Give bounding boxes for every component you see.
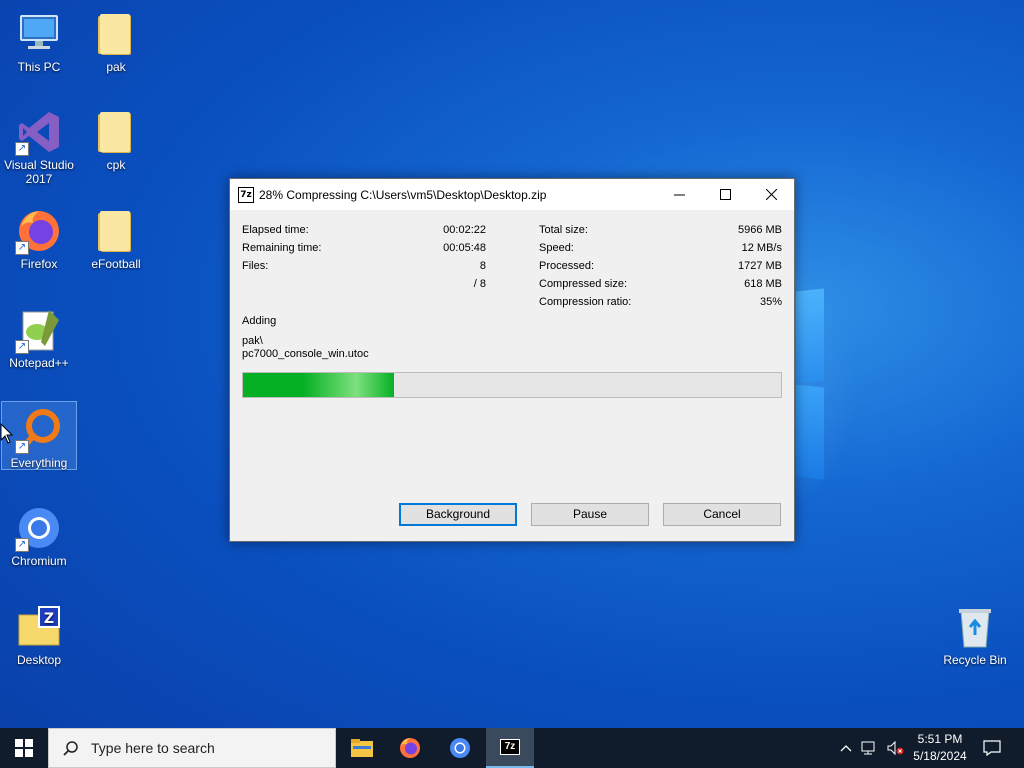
- current-file: pc7000_console_win.utoc: [242, 348, 369, 360]
- elapsed-time-value: 00:02:22: [443, 224, 486, 236]
- elapsed-time-label: Elapsed time:: [242, 224, 309, 236]
- desktop-icon-label: Notepad++: [9, 356, 69, 370]
- taskbar: Type here to search 7z 5:51 PM 5/18/2024: [0, 728, 1024, 768]
- desktop-icon-label: Desktop: [16, 653, 62, 667]
- 7zip-icon: 7z: [238, 186, 254, 203]
- current-path: pak\: [242, 335, 263, 347]
- file-explorer-icon: [351, 739, 373, 757]
- compression-progress-dialog: 7z 28% Compressing C:\Users\vm5\Desktop\…: [229, 178, 795, 542]
- desktop-icon-desktop-zip[interactable]: Z Desktop: [1, 599, 77, 667]
- dialog-body: Elapsed time: 00:02:22 Remaining time: 0…: [230, 210, 794, 542]
- start-button[interactable]: [0, 728, 48, 768]
- network-icon: [861, 741, 875, 755]
- show-hidden-icons-button[interactable]: [836, 728, 856, 768]
- close-icon: [765, 189, 777, 200]
- minimize-button[interactable]: [656, 179, 702, 210]
- desktop-icon-label: eFootball: [91, 257, 141, 271]
- volume-muted-icon: [887, 740, 904, 756]
- everything-icon: ↗: [15, 406, 63, 454]
- desktop-icon-label: Firefox: [20, 257, 58, 271]
- desktop-icon-label: Chromium: [11, 554, 67, 568]
- action-center-button[interactable]: [978, 728, 1006, 768]
- remaining-time-label: Remaining time:: [242, 242, 322, 254]
- pause-button[interactable]: Pause: [531, 503, 649, 526]
- total-size-value: 5966 MB: [737, 224, 782, 236]
- processed-value: 1727 MB: [737, 260, 782, 272]
- desktop-icon-notepadpp[interactable]: ↗ Notepad++: [1, 302, 77, 370]
- compression-ratio-label: Compression ratio:: [539, 296, 632, 308]
- chromium-icon: [450, 738, 470, 758]
- speed-value: 12 MB/s: [741, 242, 782, 254]
- taskbar-search-box[interactable]: Type here to search: [48, 728, 336, 768]
- svg-text:Z: Z: [44, 611, 54, 627]
- desktop-icon-label: cpk: [106, 158, 126, 172]
- taskbar-firefox[interactable]: [386, 728, 434, 768]
- taskbar-file-explorer[interactable]: [338, 728, 386, 768]
- clock-date: 5/18/2024: [913, 749, 967, 763]
- compressed-size-value: 618 MB: [744, 278, 782, 290]
- search-placeholder: Type here to search: [91, 740, 215, 756]
- total-size-label: Total size:: [539, 224, 588, 236]
- compression-ratio-value: 35%: [759, 296, 782, 308]
- computer-icon: [15, 10, 63, 58]
- mouse-cursor-icon: [0, 423, 14, 444]
- firefox-icon: [400, 738, 420, 758]
- desktop-icon-pak[interactable]: pak: [78, 6, 154, 74]
- desktop-icon-label: This PC: [17, 60, 61, 74]
- files-label: Files:: [242, 260, 269, 272]
- close-button[interactable]: [748, 179, 794, 210]
- maximize-button[interactable]: [702, 179, 748, 210]
- recycle-bin-icon: [951, 603, 999, 651]
- notification-icon: [983, 740, 1001, 756]
- taskbar-7zip[interactable]: 7z: [486, 728, 534, 768]
- notepadpp-icon: ↗: [15, 306, 63, 354]
- processed-label: Processed:: [539, 260, 595, 272]
- chevron-up-icon: [840, 745, 852, 752]
- desktop-icon-chromium[interactable]: ↗ Chromium: [1, 500, 77, 568]
- firefox-icon: ↗: [15, 207, 63, 255]
- progress-fill: [243, 373, 394, 397]
- desktop-icon-this-pc[interactable]: This PC: [1, 6, 77, 74]
- windows-logo-icon: [15, 739, 33, 757]
- 7zip-icon: 7z: [500, 739, 520, 755]
- minimize-icon: [673, 194, 685, 196]
- desktop-icon-label: pak: [106, 60, 126, 74]
- desktop-icon-cpk[interactable]: cpk: [78, 104, 154, 172]
- desktop-icon-firefox[interactable]: ↗ Firefox: [1, 203, 77, 271]
- window-title: 28% Compressing C:\Users\vm5\Desktop\Des…: [259, 187, 547, 202]
- background-button[interactable]: Background: [399, 503, 517, 526]
- zip-folder-icon: Z: [15, 603, 63, 651]
- speed-label: Speed:: [539, 242, 574, 254]
- folder-icon: [92, 207, 140, 255]
- taskbar-chromium[interactable]: [436, 728, 484, 768]
- files-total-value: / 8: [473, 278, 486, 290]
- title-bar[interactable]: 7z 28% Compressing C:\Users\vm5\Desktop\…: [230, 179, 794, 210]
- progress-bar: [242, 372, 782, 398]
- chromium-icon: ↗: [15, 504, 63, 552]
- search-icon: [63, 741, 78, 756]
- remaining-time-value: 00:05:48: [443, 242, 486, 254]
- clock-time: 5:51 PM: [917, 732, 963, 746]
- files-value: 8: [479, 260, 486, 272]
- taskbar-clock[interactable]: 5:51 PM 5/18/2024: [906, 731, 974, 765]
- maximize-icon: [719, 189, 731, 200]
- compressed-size-label: Compressed size:: [539, 278, 628, 290]
- network-tray-button[interactable]: [858, 728, 882, 768]
- desktop-icon-label: Visual Studio 2017: [4, 158, 74, 186]
- folder-icon: [92, 108, 140, 156]
- desktop-icon-label: Recycle Bin: [943, 653, 1007, 667]
- visual-studio-icon: ↗: [15, 108, 63, 156]
- volume-tray-button[interactable]: [884, 728, 906, 768]
- folder-icon: [92, 10, 140, 58]
- status-text: Adding: [242, 315, 277, 327]
- desktop-icon-recycle-bin[interactable]: Recycle Bin: [937, 599, 1013, 667]
- cancel-button[interactable]: Cancel: [663, 503, 781, 526]
- desktop-icon-visual-studio[interactable]: ↗ Visual Studio 2017: [1, 104, 77, 186]
- desktop-icon-efootball[interactable]: eFootball: [78, 203, 154, 271]
- desktop-icon-label: Everything: [10, 456, 68, 470]
